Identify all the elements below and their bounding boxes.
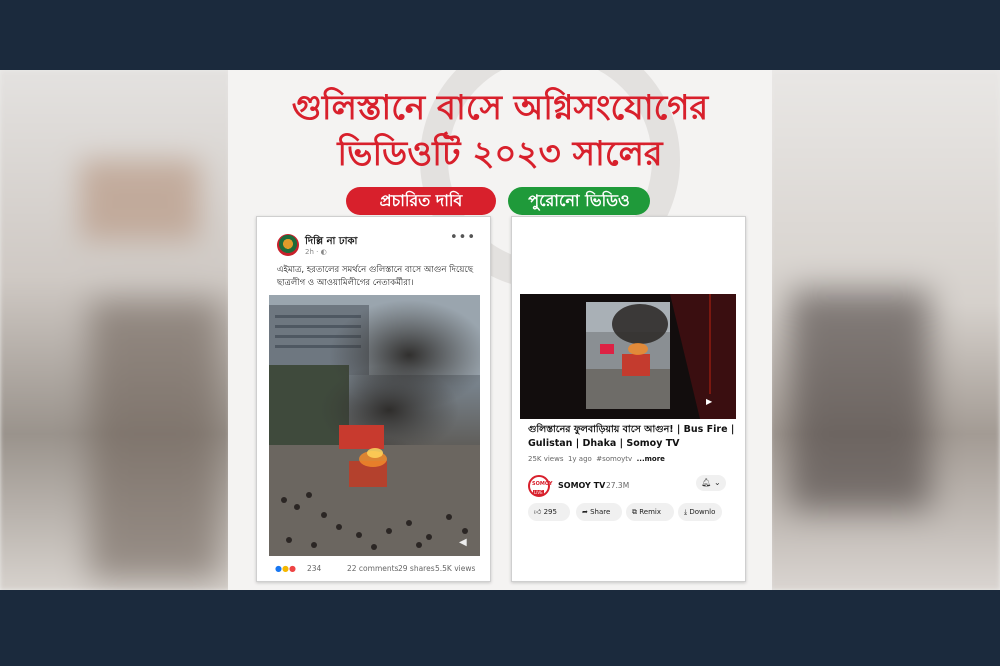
video-meta: 25K views 1y ago #somoytv ...more <box>528 455 665 463</box>
like-count: 295 <box>543 508 557 516</box>
comment-count[interactable]: 22 comments <box>347 564 398 573</box>
svg-text:◀: ◀ <box>459 537 467 548</box>
video-views: 25K views <box>528 455 564 463</box>
old-video-label: পুরোনো ভিডিও <box>508 187 650 215</box>
bus-fire-scene: ◀ <box>269 295 480 556</box>
facebook-post-card: দিল্লি না ঢাকা 2h · ◐ ••• এইমাত্র, হরতাল… <box>256 216 491 582</box>
subscriber-count: 27.3M <box>606 481 630 490</box>
bell-icon[interactable]: 🔔︎ ⌄ <box>696 475 726 491</box>
bottom-frame-bar <box>0 590 1000 666</box>
reaction-count[interactable]: 234 <box>307 564 321 573</box>
video-player[interactable]: ▶ <box>520 294 736 419</box>
like-button[interactable]: 👍︎ 295 <box>528 503 570 521</box>
blurred-background-left <box>0 70 230 590</box>
reaction-icons[interactable]: ●●● <box>275 564 296 573</box>
share-count[interactable]: 29 shares <box>398 564 435 573</box>
svg-text:▶: ▶ <box>706 397 713 406</box>
remix-button[interactable]: ⧉ Remix <box>626 503 674 521</box>
post-header: দিল্লি না ঢাকা 2h · ◐ ••• <box>257 217 490 267</box>
bus-fire-photo[interactable]: ◀ <box>269 295 480 556</box>
video-hashtag[interactable]: #somoytv <box>596 455 632 463</box>
channel-name[interactable]: SOMOY TV <box>558 481 605 490</box>
page-avatar[interactable] <box>277 234 299 256</box>
headline-line-2: ভিডিওটি ২০২৩ সালের <box>337 134 663 174</box>
view-count: 5.5K views <box>435 564 476 573</box>
remix-icon: ⧉ <box>632 508 637 516</box>
download-button[interactable]: ⤓ Downlo <box>678 503 722 521</box>
channel-logo[interactable]: SOMOY LIVE <box>528 475 553 497</box>
share-label: Share <box>590 508 611 516</box>
download-icon: ⤓ <box>684 508 688 516</box>
download-label: Downlo <box>689 508 716 516</box>
live-badge: LIVE <box>533 490 544 495</box>
headline-line-1: গুলিস্তানে বাসে অগ্নিসংযোগের <box>291 88 709 128</box>
blurred-background-right <box>770 70 1000 590</box>
remix-label: Remix <box>639 508 661 516</box>
post-caption: এইমাত্র, হরতালের সমর্থনে গুলিস্তানে বাসে… <box>277 265 473 288</box>
video-age: 1y ago <box>567 455 592 463</box>
post-time: 2h · ◐ <box>305 248 327 256</box>
more-dots-icon[interactable]: ••• <box>450 230 476 245</box>
video-thumbnail: ▶ <box>520 294 736 419</box>
share-button[interactable]: ➦ Share <box>576 503 622 521</box>
claim-label: প্রচারিত দাবি <box>346 187 496 215</box>
share-icon: ➦ <box>582 508 588 516</box>
video-title[interactable]: গুলিস্তানের ফুলবাড়িয়ায় বাসে আগুন! | B… <box>528 423 738 451</box>
thumbs-up-icon: 👍︎ <box>534 508 542 516</box>
more-link[interactable]: ...more <box>637 455 665 463</box>
youtube-video-card: ▶ গুলিস্তানের ফুলবাড়িয়ায় বাসে আগুন! |… <box>511 216 746 582</box>
top-frame-bar <box>0 0 1000 70</box>
post-footer: ●●● 234 22 comments 29 shares 5.5K views <box>257 556 490 581</box>
channel-logo-text: SOMOY <box>532 481 553 487</box>
